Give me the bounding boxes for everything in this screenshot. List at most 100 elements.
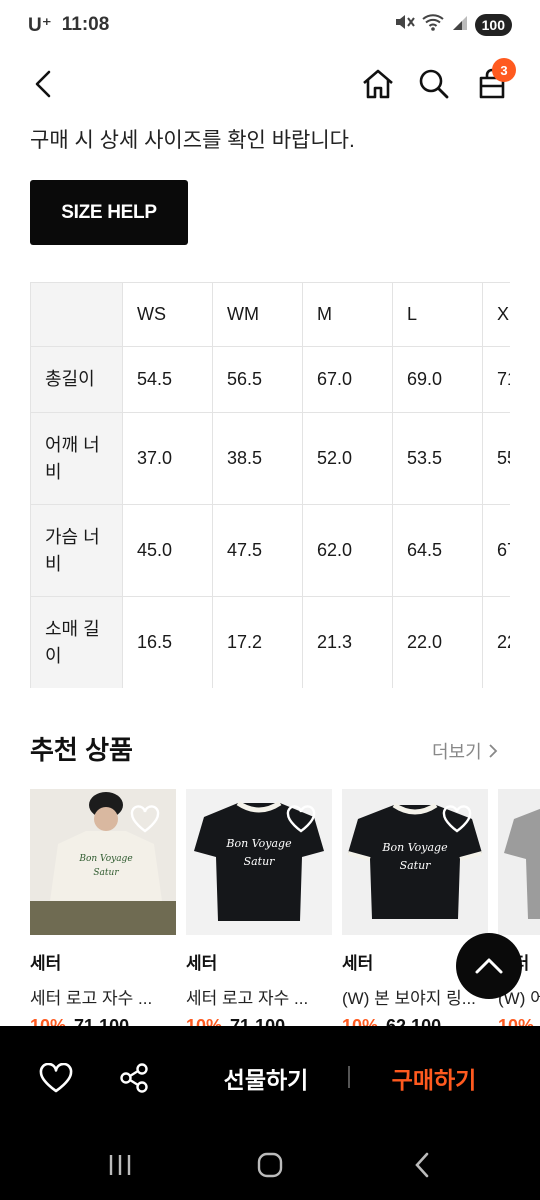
svg-text:Satur: Satur <box>93 868 119 878</box>
product-card[interactable]: Bon Voyage Satur 세터 세터 로고 자수 ... 10% 71,… <box>30 789 176 1029</box>
back-icon <box>35 70 51 98</box>
row-label: 총길이 <box>30 346 123 413</box>
size-column-header: M <box>302 282 393 347</box>
size-table-scroll[interactable]: WS WM M L X 총길이 54.5 56.5 67.0 69.0 71 어… <box>30 282 510 688</box>
table-row: 총길이 54.5 56.5 67.0 69.0 71 <box>30 346 510 413</box>
table-cell: 52.0 <box>302 412 393 505</box>
back-button[interactable] <box>22 62 66 106</box>
size-column-header: X <box>482 282 510 347</box>
table-corner-cell <box>30 282 123 347</box>
table-cell: 67 <box>482 504 510 597</box>
row-label: 가슴 너비 <box>30 504 123 597</box>
gift-button[interactable]: 선물하기 <box>210 1058 322 1098</box>
product-brand: 세터 <box>186 954 218 973</box>
cart-count-badge: 3 <box>492 58 516 82</box>
size-notice: 구매 시 상세 사이즈를 확인 바랍니다. <box>30 129 355 152</box>
recommended-carousel[interactable]: Bon Voyage Satur 세터 세터 로고 자수 ... 10% 71,… <box>30 789 540 1029</box>
table-cell: 71 <box>482 346 510 413</box>
carrier-label: U⁺ <box>28 14 52 36</box>
share-button[interactable] <box>116 1060 152 1096</box>
table-row: 소매 길이 16.5 17.2 21.3 22.0 22 <box>30 596 510 688</box>
size-column-header: WM <box>212 282 303 347</box>
wifi-icon <box>421 12 445 38</box>
more-link[interactable]: 더보기 <box>432 738 498 764</box>
divider <box>348 1066 350 1088</box>
status-right: 100 <box>393 12 512 38</box>
heart-icon[interactable] <box>130 805 160 838</box>
heart-icon[interactable] <box>442 805 472 838</box>
system-navigation-bar <box>0 1129 540 1200</box>
shirt-illustration <box>504 808 540 919</box>
product-name: 세터 로고 자수 ... <box>186 989 309 1008</box>
table-cell: 45.0 <box>122 504 213 597</box>
table-cell: 21.3 <box>302 596 393 688</box>
table-cell: 62.0 <box>302 504 393 597</box>
table-cell: 37.0 <box>122 412 213 505</box>
product-card[interactable]: Bon Voyage Satur 세터 세터 로고 자수 ... 10% 71,… <box>186 789 332 1029</box>
table-cell: 22 <box>482 596 510 688</box>
status-left: U⁺ 11:08 <box>28 14 109 37</box>
product-name: 세터 로고 자수 ... <box>30 989 153 1008</box>
product-image: Bon Voyage Satur <box>342 789 488 935</box>
svg-text:Bon Voyage: Bon Voyage <box>78 854 132 864</box>
recents-icon <box>109 1155 131 1175</box>
table-row: 가슴 너비 45.0 47.5 62.0 64.5 67 <box>30 504 510 597</box>
table-row: 어깨 너비 37.0 38.5 52.0 53.5 55 <box>30 412 510 505</box>
size-column-header: L <box>392 282 483 347</box>
size-column-header: WS <box>122 282 213 347</box>
scroll-to-top-button[interactable] <box>456 933 522 999</box>
table-cell: 67.0 <box>302 346 393 413</box>
wishlist-button[interactable] <box>38 1060 74 1096</box>
mute-icon <box>393 12 415 38</box>
row-label: 어깨 너비 <box>30 412 123 505</box>
cart-button[interactable]: 3 <box>470 58 516 106</box>
status-bar: U⁺ 11:08 100 <box>0 0 540 50</box>
home-icon <box>363 69 393 99</box>
system-home-button[interactable] <box>250 1149 290 1181</box>
table-cell: 38.5 <box>212 412 303 505</box>
buy-button[interactable]: 구매하기 <box>378 1058 490 1098</box>
chevron-right-icon <box>489 744 497 758</box>
row-label: 소매 길이 <box>30 596 123 688</box>
product-brand: 세터 <box>30 954 62 973</box>
clock: 11:08 <box>61 14 110 35</box>
home-button[interactable] <box>356 62 400 106</box>
table-cell: 69.0 <box>392 346 483 413</box>
purchase-action-bar: 선물하기 구매하기 <box>0 1026 540 1129</box>
chevron-up-icon <box>475 958 503 974</box>
recommended-title: 추천 상품 <box>30 735 133 765</box>
svg-text:Bon Voyage: Bon Voyage <box>381 841 448 854</box>
product-image: Bon Voyage Satur <box>30 789 176 935</box>
home-circle-icon <box>257 1152 283 1178</box>
table-cell: 53.5 <box>392 412 483 505</box>
table-cell: 22.0 <box>392 596 483 688</box>
battery-indicator: 100 <box>474 14 512 36</box>
table-cell: 56.5 <box>212 346 303 413</box>
app-header: 3 <box>0 56 540 112</box>
table-cell: 47.5 <box>212 504 303 597</box>
search-icon <box>419 69 449 99</box>
recents-button[interactable] <box>100 1149 140 1181</box>
size-help-button[interactable]: SIZE HELP <box>30 180 188 245</box>
table-cell: 17.2 <box>212 596 303 688</box>
shirt-body <box>504 808 540 919</box>
table-cell: 54.5 <box>122 346 213 413</box>
product-image: Bon Voyage Satur <box>186 789 332 935</box>
svg-text:Bon Voyage: Bon Voyage <box>225 837 292 850</box>
search-button[interactable] <box>412 62 456 106</box>
heart-icon <box>39 1063 73 1093</box>
back-chevron-icon <box>415 1152 429 1178</box>
heart-icon[interactable] <box>286 805 316 838</box>
table-cell: 55 <box>482 412 510 505</box>
more-link-label: 더보기 <box>432 742 482 762</box>
product-image <box>498 789 540 935</box>
signal-icon <box>451 12 469 38</box>
table-cell: 16.5 <box>122 596 213 688</box>
share-icon <box>120 1063 148 1093</box>
system-back-button[interactable] <box>402 1149 442 1181</box>
table-cell: 64.5 <box>392 504 483 597</box>
svg-text:Satur: Satur <box>244 855 276 868</box>
size-table: WS WM M L X 총길이 54.5 56.5 67.0 69.0 71 어… <box>30 282 510 688</box>
svg-text:Satur: Satur <box>400 859 432 872</box>
product-card[interactable]: Bon Voyage Satur 세터 (W) 본 보야지 링... 10% 6… <box>342 789 488 1029</box>
